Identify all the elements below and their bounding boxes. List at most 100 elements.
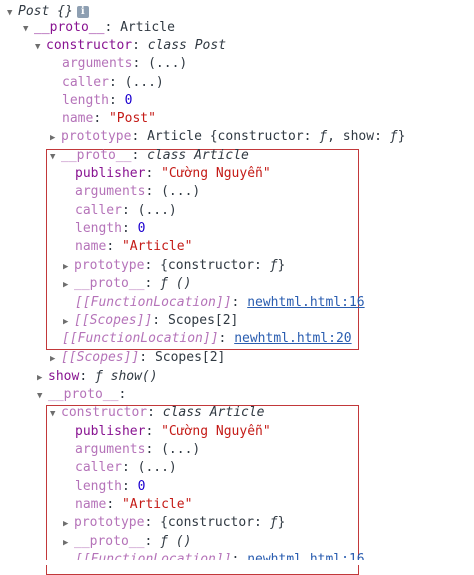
- function-icon: ƒ: [160, 276, 168, 291]
- property-value: Scopes[2]: [154, 350, 226, 365]
- property-value: show(): [110, 369, 158, 384]
- tree-row-function-location: [[FunctionLocation]]: newhtml.html:20: [62, 331, 352, 346]
- class-keyword: class: [162, 405, 202, 420]
- source-link[interactable]: newhtml.html:20: [234, 331, 351, 346]
- property-key: __proto__: [48, 387, 119, 402]
- property-key: publisher: [75, 166, 146, 181]
- tree-row-caller: caller: (...): [75, 203, 177, 218]
- collapse-triangle-icon[interactable]: ▶: [37, 369, 48, 387]
- property-key: prototype: [74, 515, 145, 530]
- property-value-a: Article {constructor:: [147, 129, 320, 144]
- tree-row-proto-article[interactable]: ▼ __proto__: class Article: [50, 147, 249, 165]
- expand-triangle-icon[interactable]: ▼: [50, 405, 61, 423]
- object-label: Post: [18, 4, 50, 19]
- tree-row-caller: caller: (...): [75, 460, 177, 475]
- property-key: __proto__: [34, 20, 105, 35]
- expand-triangle-icon[interactable]: ▼: [37, 387, 48, 405]
- property-value: "Article": [121, 497, 193, 512]
- property-value[interactable]: (...): [161, 184, 200, 199]
- expand-triangle-icon[interactable]: ▼: [7, 4, 18, 22]
- function-icon: ƒ: [319, 129, 328, 144]
- property-value[interactable]: (...): [161, 442, 200, 457]
- property-value: 0: [137, 221, 146, 236]
- property-key: length: [75, 479, 122, 494]
- class-name: Article: [194, 148, 249, 163]
- property-value-b: }: [277, 258, 286, 273]
- tree-row-publisher: publisher: "Cường Nguyễn": [75, 166, 271, 181]
- property-value: "Cường Nguyễn": [161, 166, 271, 181]
- tree-row-arguments: arguments: (...): [62, 56, 188, 71]
- tree-row-function-location: [[FunctionLocation]]: newhtml.html:16: [75, 295, 365, 310]
- property-value[interactable]: (...): [125, 75, 164, 90]
- property-key: constructor: [61, 405, 148, 420]
- tree-row-proto-fn[interactable]: ▶ __proto__: ƒ (): [63, 275, 191, 293]
- tree-row-proto[interactable]: ▼ __proto__:: [37, 386, 126, 404]
- property-key: prototype: [61, 129, 132, 144]
- tree-row-scopes[interactable]: ▶ [[Scopes]]: Scopes[2]: [63, 312, 238, 330]
- tree-row-prototype[interactable]: ▶ prototype: {constructor: ƒ}: [63, 257, 285, 275]
- property-key: length: [75, 221, 122, 236]
- property-value: "Cường Nguyễn": [161, 424, 271, 439]
- property-value: "Article": [121, 239, 193, 254]
- tree-row-constructor-article[interactable]: ▼ constructor: class Article: [50, 404, 265, 422]
- property-key: arguments: [62, 56, 133, 71]
- property-key: publisher: [75, 424, 146, 439]
- class-keyword: class: [147, 38, 187, 53]
- collapse-triangle-icon[interactable]: ▶: [63, 515, 74, 533]
- tree-row-proto[interactable]: ▼ __proto__: Article: [23, 19, 175, 37]
- property-key: __proto__: [74, 276, 145, 291]
- property-key: name: [75, 497, 107, 512]
- bottom-clip: [0, 560, 474, 565]
- tree-row-constructor[interactable]: ▼ constructor: class Post: [35, 37, 226, 55]
- tree-row-show[interactable]: ▶ show: ƒ show(): [37, 368, 158, 386]
- collapse-triangle-icon[interactable]: ▶: [63, 258, 74, 276]
- property-key: name: [62, 111, 94, 126]
- property-key: constructor: [46, 38, 133, 53]
- collapse-triangle-icon[interactable]: ▶: [63, 534, 74, 552]
- property-key: caller: [75, 203, 122, 218]
- tree-row-name: name: "Post": [62, 111, 156, 126]
- tree-row-publisher: publisher: "Cường Nguyễn": [75, 424, 271, 439]
- expand-triangle-icon[interactable]: ▼: [23, 20, 34, 38]
- info-icon[interactable]: i: [76, 5, 89, 18]
- collapse-triangle-icon[interactable]: ▶: [63, 313, 74, 331]
- property-key: caller: [75, 460, 122, 475]
- expand-triangle-icon[interactable]: ▼: [35, 38, 46, 56]
- property-value: (): [175, 534, 192, 549]
- property-value[interactable]: (...): [148, 56, 187, 71]
- property-value-a: {constructor:: [160, 258, 270, 273]
- property-key: show: [48, 369, 80, 384]
- tree-row-name: name: "Article": [75, 497, 193, 512]
- collapse-triangle-icon[interactable]: ▶: [50, 350, 61, 368]
- property-key: [[Scopes]]: [61, 350, 140, 365]
- property-key: __proto__: [61, 148, 132, 163]
- property-key: arguments: [75, 184, 146, 199]
- function-icon: ƒ: [94, 369, 103, 384]
- tree-row-prototype[interactable]: ▶ prototype: Article {constructor: ƒ, sho…: [50, 128, 405, 146]
- source-link[interactable]: newhtml.html:16: [247, 295, 364, 310]
- property-value[interactable]: (...): [138, 203, 177, 218]
- object-braces: {}: [57, 4, 73, 19]
- property-value[interactable]: (...): [138, 460, 177, 475]
- collapse-triangle-icon[interactable]: ▶: [63, 276, 74, 294]
- property-value: "Post": [108, 111, 156, 126]
- tree-row-length: length: 0: [75, 479, 146, 494]
- function-icon: ƒ: [160, 534, 168, 549]
- property-key: __proto__: [74, 534, 145, 549]
- tree-row-proto-fn[interactable]: ▶ __proto__: ƒ (): [63, 533, 191, 551]
- tree-row-scopes[interactable]: ▶ [[Scopes]]: Scopes[2]: [50, 349, 225, 367]
- class-name: Article: [209, 405, 265, 420]
- function-icon: ƒ: [269, 515, 278, 530]
- tree-row-name: name: "Article": [75, 239, 193, 254]
- property-value-b: }: [277, 515, 286, 530]
- property-value-c: }: [397, 129, 406, 144]
- property-value: Scopes[2]: [167, 313, 239, 328]
- expand-triangle-icon[interactable]: ▼: [50, 148, 61, 166]
- property-value: Article: [120, 20, 175, 35]
- tree-row-prototype[interactable]: ▶ prototype: {constructor: ƒ}: [63, 514, 285, 532]
- collapse-triangle-icon[interactable]: ▶: [50, 129, 61, 147]
- tree-row-length: length: 0: [62, 93, 133, 108]
- tree-row-arguments: arguments: (...): [75, 184, 201, 199]
- function-icon: ƒ: [269, 258, 278, 273]
- class-name: Post: [194, 38, 227, 53]
